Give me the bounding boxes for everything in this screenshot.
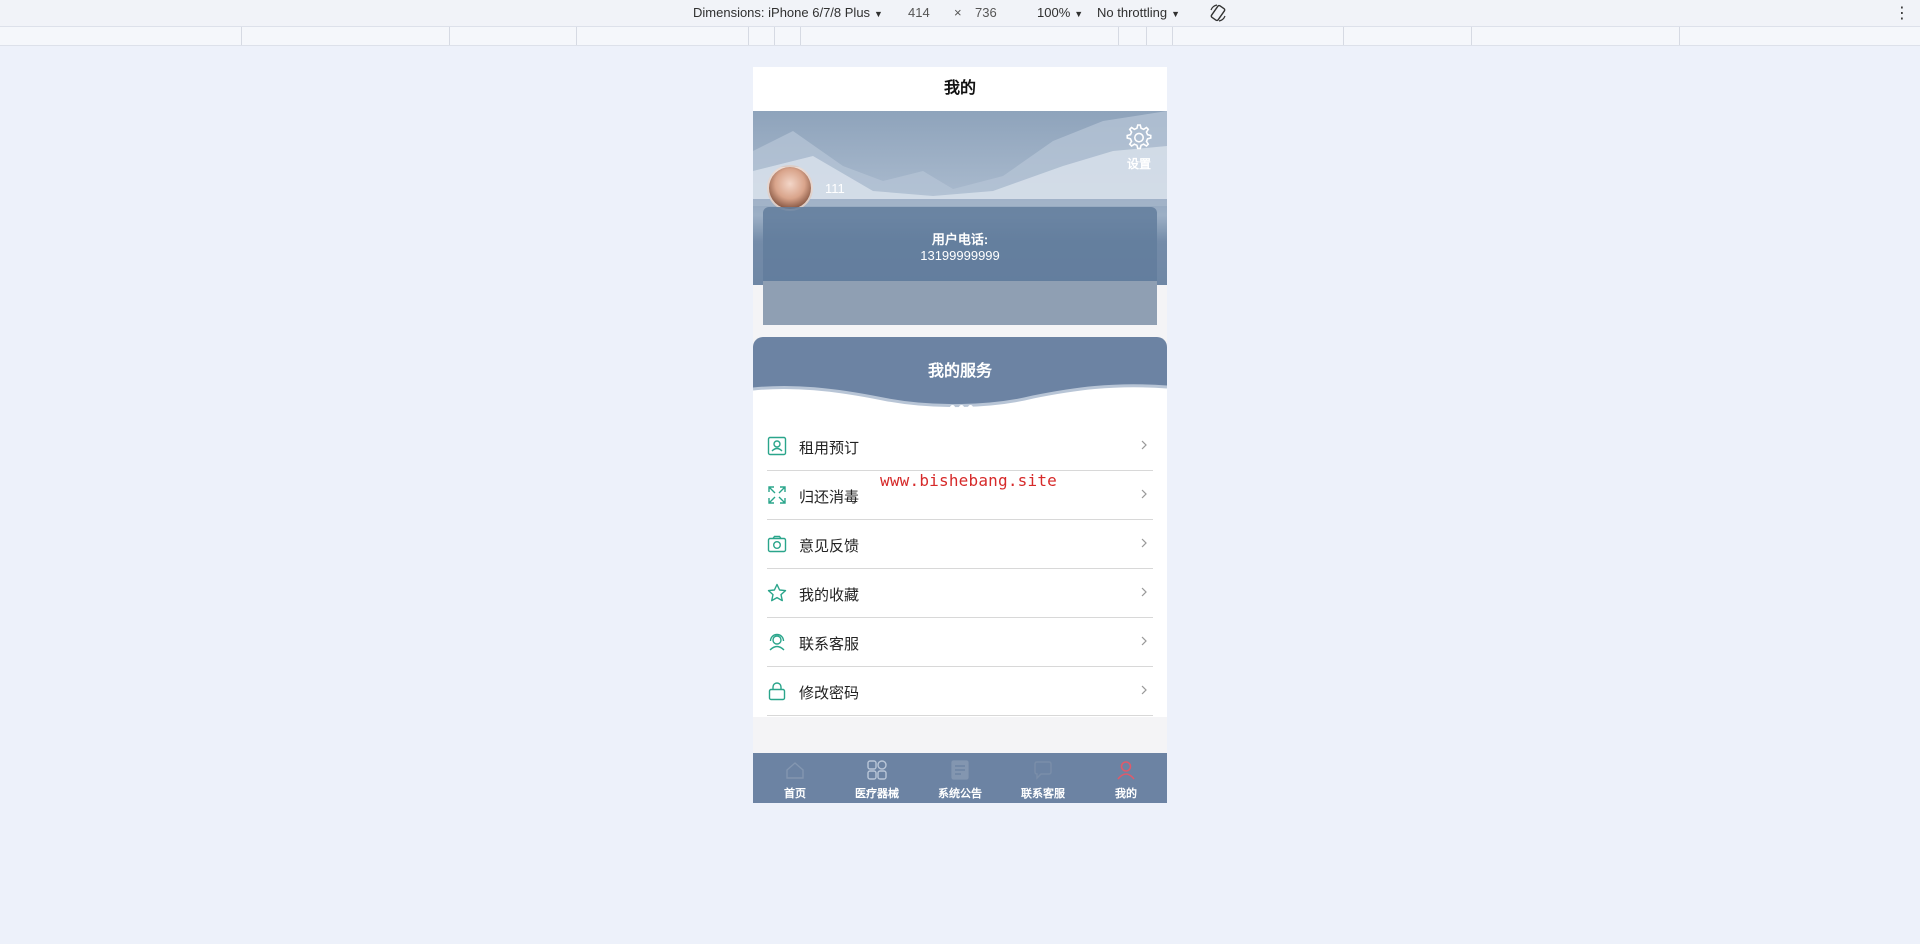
ruler-tick [748,27,749,45]
home-icon [786,762,804,779]
dropdown-caret-icon: ▼ [1074,9,1084,19]
chevron-right-icon [1141,636,1147,646]
ruler-tick [1118,27,1119,45]
user-info-card: 用户电话: 13199999999 [763,207,1157,325]
ruler-tick [1172,27,1173,45]
phone-value: 13199999999 [920,248,1000,263]
expand-arrows-icon [768,486,786,504]
page-title: 我的 [753,67,1167,111]
notice-icon [951,760,969,780]
devtools-toolbar: Dimensions: iPhone 6/7/8 Plus ▼ 414 × 736… [0,0,1920,27]
chevron-right-icon [1141,587,1147,597]
chevron-right-icon [1141,489,1147,499]
phone-viewport: 我的 111 设置 用户电话: 13199999999 我的服务 租用预订 归还… [753,67,1167,803]
tab-home[interactable]: 首页 [754,753,836,803]
settings-label: 设置 [1126,157,1151,171]
ruler-tick [449,27,450,45]
camera-icon [767,535,787,553]
phone-label: 用户电话: [931,232,989,247]
tab-label: 首页 [784,788,806,800]
star-icon [767,583,787,602]
bottom-tab-bar: 首页 医疗器械 系统公告 联系客服 我的 [753,753,1167,803]
lock-icon [768,682,786,701]
dimension-separator: × [954,5,962,20]
throttling-selector[interactable]: No throttling ▼ [1097,5,1180,20]
media-query-ruler [0,27,1920,46]
menu-item-label: 联系客服 [799,636,860,653]
dropdown-caret-icon: ▼ [874,9,883,19]
ruler-tick [1343,27,1344,45]
ruler-tick [1146,27,1147,45]
watermark-text: www.bishebang.site [880,471,1057,490]
zoom-label: 100% [1037,5,1071,20]
more-options-icon[interactable]: ⋮ [1894,3,1910,23]
tab-mine[interactable]: 我的 [1085,753,1167,803]
throttling-label: No throttling [1097,5,1168,20]
my-services-panel: 我的服务 租用预订 归还消毒 意见反馈 我的收藏 联系客服 修改密码 [753,337,1167,717]
menu-item-label: 归还消毒 [799,489,860,506]
menu-item-feedback[interactable]: 意见反馈 [767,520,1153,569]
tab-label: 我的 [1115,788,1137,800]
ruler-tick [1679,27,1680,45]
ruler-tick [241,27,242,45]
menu-item-change-password[interactable]: 修改密码 [767,667,1153,716]
chevron-right-icon [1141,440,1147,450]
tab-label: 联系客服 [1021,788,1065,800]
ruler-tick [800,27,801,45]
menu-item-label: 修改密码 [799,685,860,702]
menu-item-rental-booking[interactable]: 租用预订 [767,422,1153,471]
chat-icon [1034,761,1052,780]
width-input[interactable]: 414 [908,5,930,20]
dropdown-caret-icon: ▼ [1171,9,1181,19]
chevron-right-icon [1141,538,1147,548]
menu-item-label: 我的收藏 [799,587,860,604]
services-menu: 租用预订 归还消毒 意见反馈 我的收藏 联系客服 修改密码 [767,422,1153,716]
chevron-right-icon [1141,685,1147,695]
height-input[interactable]: 736 [975,5,997,20]
menu-item-customer-service[interactable]: 联系客服 [767,618,1153,667]
ruler-tick [774,27,775,45]
zoom-selector[interactable]: 100% ▼ [1037,5,1083,20]
menu-item-label: 租用预订 [799,440,860,457]
ruler-tick [576,27,577,45]
menu-item-favorites[interactable]: 我的收藏 [767,569,1153,618]
user-icon [1117,761,1135,780]
device-selector[interactable]: Dimensions: iPhone 6/7/8 Plus ▼ [693,5,883,20]
grid-icon [867,760,887,780]
tab-label: 系统公告 [938,788,982,800]
services-title: 我的服务 [927,363,992,380]
menu-item-label: 意见反馈 [799,538,860,555]
id-card-icon [767,436,787,456]
gear-icon [1126,124,1152,150]
info-card-footer [763,281,1157,325]
device-label: Dimensions: iPhone 6/7/8 Plus [693,5,871,20]
tab-contact-service[interactable]: 联系客服 [1002,753,1084,803]
support-agent-icon [769,633,785,651]
tab-medical-devices[interactable]: 医疗器械 [836,753,918,803]
rotate-icon[interactable] [1208,3,1228,23]
tab-system-notice[interactable]: 系统公告 [919,753,1001,803]
tab-label: 医疗器械 [855,788,899,800]
dots-indicator [948,397,975,415]
username: 111 [825,181,845,196]
ruler-tick [1471,27,1472,45]
settings-button[interactable]: 设置 [1119,121,1159,172]
avatar[interactable] [767,165,813,211]
